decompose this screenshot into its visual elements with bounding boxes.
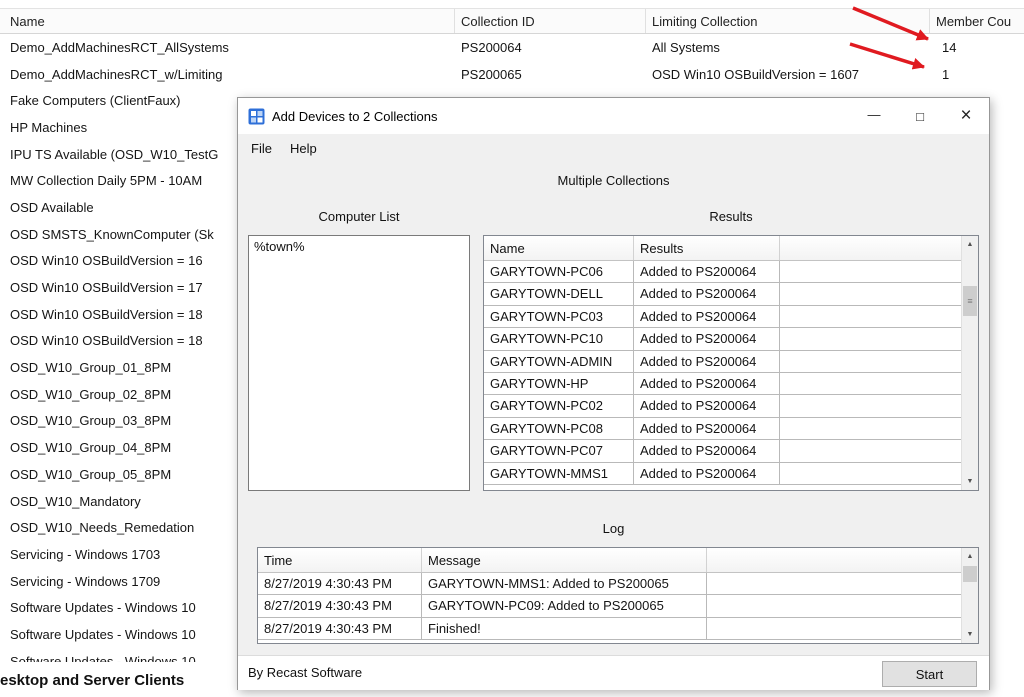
results-header: Name Results: [484, 236, 978, 261]
log-scrollbar-thumb[interactable]: [963, 566, 977, 582]
results-row[interactable]: GARYTOWN-PC06 Added to PS200064: [484, 261, 961, 283]
results-scrollbar[interactable]: ▲ ≡ ▼: [961, 236, 978, 490]
dialog-title: Add Devices to 2 Collections: [272, 109, 437, 124]
node-label-desktop-server-clients: esktop and Server Clients: [0, 669, 236, 693]
collection-row[interactable]: Demo_AddMachinesRCT_w/Limiting PS200065 …: [0, 61, 1024, 88]
results-label: Results: [483, 209, 979, 224]
device-result: Added to PS200064: [634, 440, 780, 462]
log-scrollbar[interactable]: ▲ ▼: [961, 548, 978, 643]
member-count: 1: [930, 67, 1024, 82]
device-name: GARYTOWN-HP: [484, 373, 634, 395]
device-result: Added to PS200064: [634, 328, 780, 350]
results-column-results[interactable]: Results: [634, 236, 780, 260]
scroll-up-icon[interactable]: ▲: [962, 548, 978, 565]
dialog-titlebar[interactable]: Add Devices to 2 Collections — □ ×: [238, 98, 989, 134]
column-header-collection-id[interactable]: Collection ID: [455, 9, 646, 33]
log-column-empty: [707, 548, 978, 572]
device-name: GARYTOWN-PC10: [484, 328, 634, 350]
column-header-name[interactable]: Name: [0, 9, 455, 33]
menu-bar: File Help: [238, 134, 989, 162]
collection-row[interactable]: Demo_AddMachinesRCT_AllSystems PS200064 …: [0, 34, 1024, 61]
results-column-name[interactable]: Name: [484, 236, 634, 260]
device-name: GARYTOWN-PC03: [484, 306, 634, 328]
collections-column-headers: Name Collection ID Limiting Collection M…: [0, 8, 1024, 34]
collection-name: Demo_AddMachinesRCT_AllSystems: [0, 40, 455, 55]
log-time: 8/27/2019 4:30:43 PM: [258, 573, 422, 595]
device-result: Added to PS200064: [634, 418, 780, 440]
scroll-down-icon[interactable]: ▼: [962, 626, 978, 643]
results-scrollbar-thumb[interactable]: ≡: [963, 286, 977, 316]
close-icon[interactable]: ×: [943, 98, 989, 134]
log-label: Log: [238, 521, 989, 536]
results-row[interactable]: GARYTOWN-PC03 Added to PS200064: [484, 306, 961, 328]
log-message: GARYTOWN-MMS1: Added to PS200065: [422, 573, 707, 595]
results-row[interactable]: GARYTOWN-PC02 Added to PS200064: [484, 395, 961, 417]
multiple-collections-label: Multiple Collections: [238, 173, 989, 188]
window-controls: — □ ×: [851, 98, 989, 134]
log-rows: 8/27/2019 4:30:43 PM GARYTOWN-MMS1: Adde…: [258, 573, 961, 643]
collection-id: PS200064: [455, 40, 646, 55]
credit-text: By Recast Software: [248, 665, 362, 680]
log-row[interactable]: 8/27/2019 4:30:43 PM GARYTOWN-PC09: Adde…: [258, 595, 961, 617]
results-row[interactable]: GARYTOWN-ADMIN Added to PS200064: [484, 351, 961, 373]
results-row[interactable]: GARYTOWN-MMS1 Added to PS200064: [484, 463, 961, 485]
device-name: GARYTOWN-DELL: [484, 283, 634, 305]
results-rows: GARYTOWN-PC06 Added to PS200064 GARYTOWN…: [484, 261, 961, 490]
column-header-limiting-collection[interactable]: Limiting Collection: [646, 9, 930, 33]
scroll-down-icon[interactable]: ▼: [962, 473, 978, 490]
minimize-icon[interactable]: —: [851, 98, 897, 134]
log-time: 8/27/2019 4:30:43 PM: [258, 595, 422, 617]
device-result: Added to PS200064: [634, 373, 780, 395]
results-row[interactable]: GARYTOWN-DELL Added to PS200064: [484, 283, 961, 305]
screen: Name Collection ID Limiting Collection M…: [0, 0, 1024, 697]
device-result: Added to PS200064: [634, 463, 780, 485]
device-name: GARYTOWN-PC06: [484, 261, 634, 283]
menu-file[interactable]: File: [242, 137, 281, 160]
maximize-icon[interactable]: □: [897, 98, 943, 134]
device-result: Added to PS200064: [634, 261, 780, 283]
column-header-member-count[interactable]: Member Cou: [930, 9, 1024, 33]
limiting-collection: All Systems: [646, 40, 930, 55]
log-column-message[interactable]: Message: [422, 548, 707, 572]
device-name: GARYTOWN-PC02: [484, 395, 634, 417]
log-time: 8/27/2019 4:30:43 PM: [258, 618, 422, 640]
results-row[interactable]: GARYTOWN-PC10 Added to PS200064: [484, 328, 961, 350]
log-row[interactable]: 8/27/2019 4:30:43 PM Finished!: [258, 618, 961, 640]
computer-list-label: Computer List: [248, 209, 470, 224]
results-row[interactable]: GARYTOWN-HP Added to PS200064: [484, 373, 961, 395]
log-row[interactable]: 8/27/2019 4:30:43 PM GARYTOWN-MMS1: Adde…: [258, 573, 961, 595]
device-name: GARYTOWN-PC08: [484, 418, 634, 440]
log-column-time[interactable]: Time: [258, 548, 422, 572]
results-row[interactable]: GARYTOWN-PC08 Added to PS200064: [484, 418, 961, 440]
device-name: GARYTOWN-ADMIN: [484, 351, 634, 373]
device-result: Added to PS200064: [634, 306, 780, 328]
dialog-footer: By Recast Software Start: [238, 655, 989, 690]
collection-name: Demo_AddMachinesRCT_w/Limiting: [0, 67, 455, 82]
device-result: Added to PS200064: [634, 351, 780, 373]
results-row[interactable]: GARYTOWN-PC07 Added to PS200064: [484, 440, 961, 462]
limiting-collection: OSD Win10 OSBuildVersion = 1607: [646, 67, 930, 82]
device-name: GARYTOWN-PC07: [484, 440, 634, 462]
log-table: Time Message 8/27/2019 4:30:43 PM GARYTO…: [257, 547, 979, 644]
menu-help[interactable]: Help: [281, 137, 326, 160]
results-column-empty: [780, 236, 978, 260]
add-devices-dialog: Add Devices to 2 Collections — □ × File …: [237, 97, 990, 690]
log-message: Finished!: [422, 618, 707, 640]
results-table: Name Results GARYTOWN-PC06 Added to PS20…: [483, 235, 979, 491]
device-result: Added to PS200064: [634, 283, 780, 305]
app-icon: [248, 108, 265, 125]
member-count: 14: [930, 40, 1024, 55]
device-result: Added to PS200064: [634, 395, 780, 417]
collection-id: PS200065: [455, 67, 646, 82]
computer-list-input[interactable]: %town%: [248, 235, 470, 491]
log-header: Time Message: [258, 548, 978, 573]
log-message: GARYTOWN-PC09: Added to PS200065: [422, 595, 707, 617]
scroll-up-icon[interactable]: ▲: [962, 236, 978, 253]
device-name: GARYTOWN-MMS1: [484, 463, 634, 485]
start-button[interactable]: Start: [882, 661, 977, 687]
